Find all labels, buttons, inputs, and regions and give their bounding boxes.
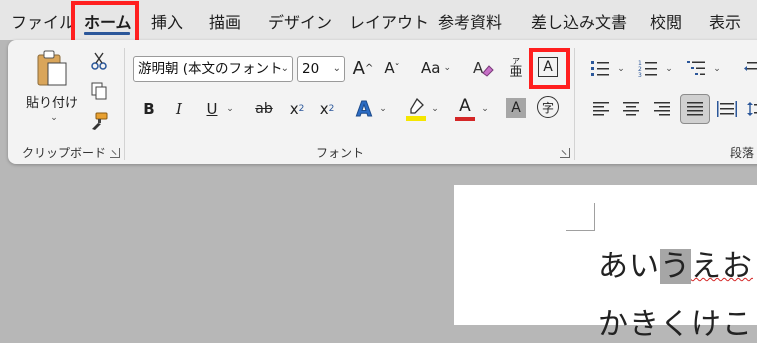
selected-text: う: [660, 249, 691, 284]
font-color-button[interactable]: A: [454, 96, 476, 122]
document-line-2[interactable]: かきくけこ: [598, 299, 753, 343]
clear-formatting-icon[interactable]: A: [470, 56, 496, 80]
cut-icon[interactable]: [88, 50, 110, 72]
text-run: あい: [598, 249, 660, 284]
subscript-button[interactable]: x2: [286, 98, 308, 120]
strikethrough-button[interactable]: ab: [251, 98, 277, 120]
change-case-button[interactable]: Aa ⌄: [418, 56, 454, 80]
font-name-select[interactable]: 游明朝 (本文のフォント ⌄: [133, 56, 293, 82]
clipboard-group-label: クリップボード: [22, 146, 107, 160]
justify-icon[interactable]: [680, 94, 710, 124]
paste-dropdown-arrow[interactable]: ⌄: [48, 112, 60, 124]
phonetic-guide-button[interactable]: ア 亜: [504, 54, 528, 82]
character-border-callout: [529, 48, 570, 89]
clipboard-launcher-icon[interactable]: [110, 148, 120, 158]
underline-button[interactable]: U: [201, 98, 223, 120]
italic-button[interactable]: I: [168, 98, 190, 120]
bold-button[interactable]: B: [138, 98, 160, 120]
font-color-dropdown-arrow[interactable]: ⌄: [480, 102, 490, 116]
clipboard-icon: [32, 48, 72, 90]
align-center-icon[interactable]: [620, 98, 642, 120]
line-spacing-icon[interactable]: [746, 98, 757, 120]
multilevel-list-icon[interactable]: [684, 56, 708, 80]
grow-font-button[interactable]: A ^: [351, 56, 375, 80]
font-group-label: フォント: [316, 146, 365, 160]
document-line-1[interactable]: あいうえお: [598, 241, 753, 285]
tab-file[interactable]: ファイル: [11, 9, 75, 33]
copy-icon[interactable]: [88, 80, 110, 102]
svg-text:3: 3: [638, 72, 642, 77]
margin-mark: [594, 203, 595, 231]
tab-references[interactable]: 参考資料: [438, 9, 502, 33]
ribbon-panel: 貼り付け ⌄ クリップボード 游明朝 (本文のフォント ⌄ 20 ⌄ A ^ Aˇ A…: [8, 40, 757, 164]
tab-design[interactable]: デザイン: [268, 9, 332, 33]
paste-button[interactable]: 貼り付け: [24, 92, 80, 111]
multilevel-dropdown-arrow[interactable]: ⌄: [712, 62, 722, 76]
tab-draw[interactable]: 描画: [209, 9, 241, 33]
tab-layout[interactable]: レイアウト: [349, 9, 429, 33]
enclose-characters-button[interactable]: 字: [537, 96, 559, 118]
numbering-icon[interactable]: 123: [636, 56, 660, 80]
group-separator: [124, 48, 125, 160]
bullets-dropdown-arrow[interactable]: ⌄: [616, 62, 626, 76]
text-run: えお: [691, 249, 753, 284]
decrease-indent-icon[interactable]: [742, 56, 757, 80]
paragraph-group-label: 段落: [730, 146, 755, 160]
superscript-button[interactable]: x2: [316, 98, 338, 120]
numbering-dropdown-arrow[interactable]: ⌄: [664, 62, 674, 76]
tab-view[interactable]: 表示: [709, 9, 741, 33]
text-effects-button[interactable]: A: [352, 96, 376, 122]
distributed-icon[interactable]: [716, 98, 738, 120]
bullets-icon[interactable]: [588, 56, 612, 80]
format-painter-icon[interactable]: [88, 110, 110, 132]
text-effects-dropdown-arrow[interactable]: ⌄: [378, 102, 388, 116]
margin-mark: [566, 230, 595, 231]
phonetic-guide-base: 亜: [509, 64, 523, 80]
tab-mailings[interactable]: 差し込み文書: [531, 9, 627, 33]
tab-insert[interactable]: 挿入: [151, 9, 183, 33]
tab-review[interactable]: 校閲: [650, 9, 682, 33]
highlight-dropdown-arrow[interactable]: ⌄: [430, 102, 440, 116]
home-tab-callout: [71, 1, 139, 44]
document-page[interactable]: あいうえお かきくけこ: [454, 185, 757, 342]
group-separator: [574, 48, 575, 160]
svg-text:A: A: [473, 59, 484, 77]
align-right-icon[interactable]: [651, 98, 673, 120]
align-left-icon[interactable]: [590, 98, 612, 120]
font-launcher-icon[interactable]: [560, 148, 570, 158]
highlighter-icon[interactable]: [404, 96, 428, 122]
underline-dropdown-arrow[interactable]: ⌄: [225, 102, 235, 116]
font-size-select[interactable]: 20 ⌄: [297, 56, 345, 82]
shrink-font-button[interactable]: Aˇ: [380, 56, 404, 80]
character-shading-button[interactable]: A: [506, 98, 526, 118]
